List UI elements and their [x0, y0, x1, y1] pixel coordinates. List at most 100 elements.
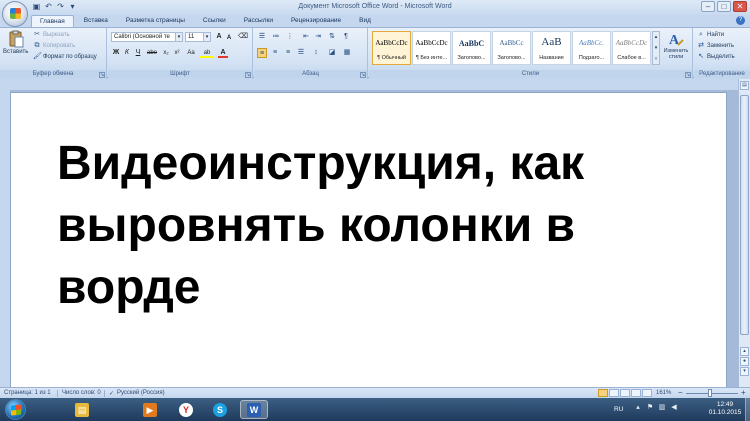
show-desktop-button[interactable] — [745, 398, 750, 421]
copy-button[interactable]: ⧉ Копировать — [33, 42, 76, 50]
scroll-down-icon[interactable]: ▾ — [740, 367, 749, 376]
tab-insert[interactable]: Вставка — [76, 15, 116, 27]
format-painter-button[interactable]: 🖌 Формат по образцу — [33, 53, 97, 61]
font-size-combo[interactable]: 11 ▾ — [185, 32, 211, 42]
style-subtitle[interactable]: AaBbCc. Подзаго... — [572, 31, 611, 65]
network-icon[interactable]: ▥ — [658, 404, 666, 412]
office-button[interactable] — [2, 1, 28, 27]
bullets-icon[interactable]: ☰ — [257, 32, 267, 42]
grow-font-button[interactable]: A — [214, 32, 224, 42]
font-color-button[interactable]: A — [218, 48, 228, 58]
page-count[interactable]: Страница: 1 из 1 — [4, 390, 51, 396]
ruler-toggle-icon[interactable]: ▤ — [740, 81, 749, 90]
tab-mailings[interactable]: Рассылки — [236, 15, 281, 27]
bold-button[interactable]: Ж — [111, 48, 121, 58]
style-sample: AaBbCcDc — [375, 39, 408, 47]
shading-icon[interactable]: ◪ — [327, 48, 337, 58]
align-left-icon[interactable]: ≡ — [257, 48, 267, 58]
document-page[interactable]: Видеоинструкция, как выровнять колонки в… — [10, 92, 727, 387]
justify-icon[interactable]: ☰ — [296, 48, 306, 58]
word-count[interactable]: Число слов: 0 — [62, 390, 101, 396]
sort-icon[interactable]: ⇅ — [327, 32, 337, 42]
print-layout-view-button[interactable] — [598, 389, 608, 397]
show-hidden-icons-icon[interactable]: ▴ — [634, 404, 642, 412]
style-title[interactable]: AaB Название — [532, 31, 571, 65]
strikethrough-button[interactable]: abe — [145, 48, 159, 58]
underline-button[interactable]: Ч — [133, 48, 143, 58]
browse-object-icon[interactable]: ● — [740, 357, 749, 366]
styles-gallery-scroll[interactable]: ▴ ▾ ▿ — [652, 31, 660, 65]
taskbar-explorer[interactable]: ▤ — [68, 400, 96, 419]
style-no-spacing[interactable]: AaBbCcDc ¶ Без инте... — [412, 31, 451, 65]
maximize-button[interactable]: □ — [717, 1, 731, 12]
multilevel-list-icon[interactable]: ⋮ — [285, 32, 295, 42]
numbering-icon[interactable]: ≔ — [271, 32, 281, 42]
taskbar-media-player[interactable]: ▶ — [136, 400, 164, 419]
draft-view-button[interactable] — [642, 389, 652, 397]
taskbar-skype[interactable]: S — [206, 400, 234, 419]
binoculars-icon: ⌕ — [699, 31, 703, 38]
document-area[interactable]: Видеоинструкция, как выровнять колонки в… — [10, 90, 738, 387]
font-name-combo[interactable]: Calibri (Основной те ▾ — [111, 32, 183, 42]
line-spacing-icon[interactable]: ↕ — [311, 48, 321, 58]
ribbon-tabs: Главная Вставка Разметка страницы Ссылки… — [31, 15, 379, 27]
taskbar-word[interactable]: W — [240, 400, 268, 419]
document-heading[interactable]: Видеоинструкция, как выровнять колонки в… — [57, 133, 697, 319]
styles-launcher-icon[interactable]: ↘ — [685, 72, 691, 78]
align-center-icon[interactable]: ≡ — [270, 48, 280, 58]
change-styles-button[interactable]: A Изменить стили — [661, 30, 691, 60]
clock-time: 12:49 — [716, 401, 734, 408]
vertical-scrollbar[interactable]: ▤ ▴ ● ▾ — [738, 79, 750, 387]
increase-indent-icon[interactable]: ⇥ — [313, 32, 323, 42]
paragraph-launcher-icon[interactable]: ↘ — [360, 72, 366, 78]
clipboard-launcher-icon[interactable]: ↘ — [99, 72, 105, 78]
cut-button[interactable]: ✂ Вырезать — [33, 31, 70, 39]
zoom-out-icon[interactable]: − — [678, 388, 683, 397]
word-icon: W — [247, 402, 261, 417]
tab-view[interactable]: Вид — [351, 15, 379, 27]
flag-icon[interactable]: ⚑ — [646, 404, 654, 412]
decrease-indent-icon[interactable]: ⇤ — [301, 32, 311, 42]
help-icon[interactable]: ? — [736, 16, 745, 25]
select-button[interactable]: ↖ Выделить — [697, 53, 735, 61]
scroll-thumb[interactable] — [740, 95, 749, 335]
scroll-up-icon[interactable]: ▴ — [740, 347, 749, 356]
volume-icon[interactable]: ◀ — [670, 404, 678, 412]
language-status[interactable]: ✓ Русский (Россия) — [109, 390, 165, 397]
outline-view-button[interactable] — [631, 389, 641, 397]
align-right-icon[interactable]: ≡ — [283, 48, 293, 58]
style-heading-1[interactable]: AaBbC Заголово... — [452, 31, 491, 65]
tab-review[interactable]: Рецензирование — [283, 15, 349, 27]
borders-icon[interactable]: ▦ — [342, 48, 352, 58]
highlight-button[interactable]: ab — [200, 48, 214, 58]
full-screen-view-button[interactable] — [609, 389, 619, 397]
style-normal[interactable]: AaBbCcDc ¶ Обычный — [372, 31, 411, 65]
replace-button[interactable]: ⇄ Заменить — [697, 42, 734, 50]
font-launcher-icon[interactable]: ↘ — [245, 72, 251, 78]
subscript-button[interactable]: x₂ — [161, 48, 171, 58]
clear-format-icon[interactable]: ⌫ — [238, 32, 248, 42]
input-language[interactable]: RU — [614, 406, 623, 413]
show-marks-icon[interactable]: ¶ — [341, 32, 351, 42]
italic-button[interactable]: К — [122, 48, 132, 58]
web-layout-view-button[interactable] — [620, 389, 630, 397]
minimize-button[interactable]: – — [701, 1, 715, 12]
style-subtle-emphasis[interactable]: AaBbCcDc Слабое в... — [612, 31, 651, 65]
zoom-slider[interactable] — [686, 393, 738, 394]
tab-home[interactable]: Главная — [31, 15, 74, 27]
find-button[interactable]: ⌕ Найти — [697, 31, 724, 39]
shrink-font-button[interactable]: A — [224, 33, 234, 43]
superscript-button[interactable]: x² — [172, 48, 182, 58]
close-button[interactable]: ✕ — [733, 1, 747, 12]
paste-button[interactable]: Вставить — [3, 30, 28, 55]
zoom-in-icon[interactable]: + — [741, 388, 746, 397]
change-case-button[interactable]: Aa — [185, 48, 197, 58]
start-button[interactable] — [5, 399, 26, 420]
zoom-level[interactable]: 161% — [656, 390, 671, 396]
tab-page-layout[interactable]: Разметка страницы — [118, 15, 193, 27]
clock[interactable]: 12:49 01.10.2015 — [708, 401, 742, 417]
style-heading-2[interactable]: AaBbCc Заголово... — [492, 31, 531, 65]
taskbar-yandex-browser[interactable]: Y — [172, 400, 200, 419]
zoom-slider-knob[interactable] — [708, 389, 712, 397]
tab-references[interactable]: Ссылки — [195, 15, 234, 27]
